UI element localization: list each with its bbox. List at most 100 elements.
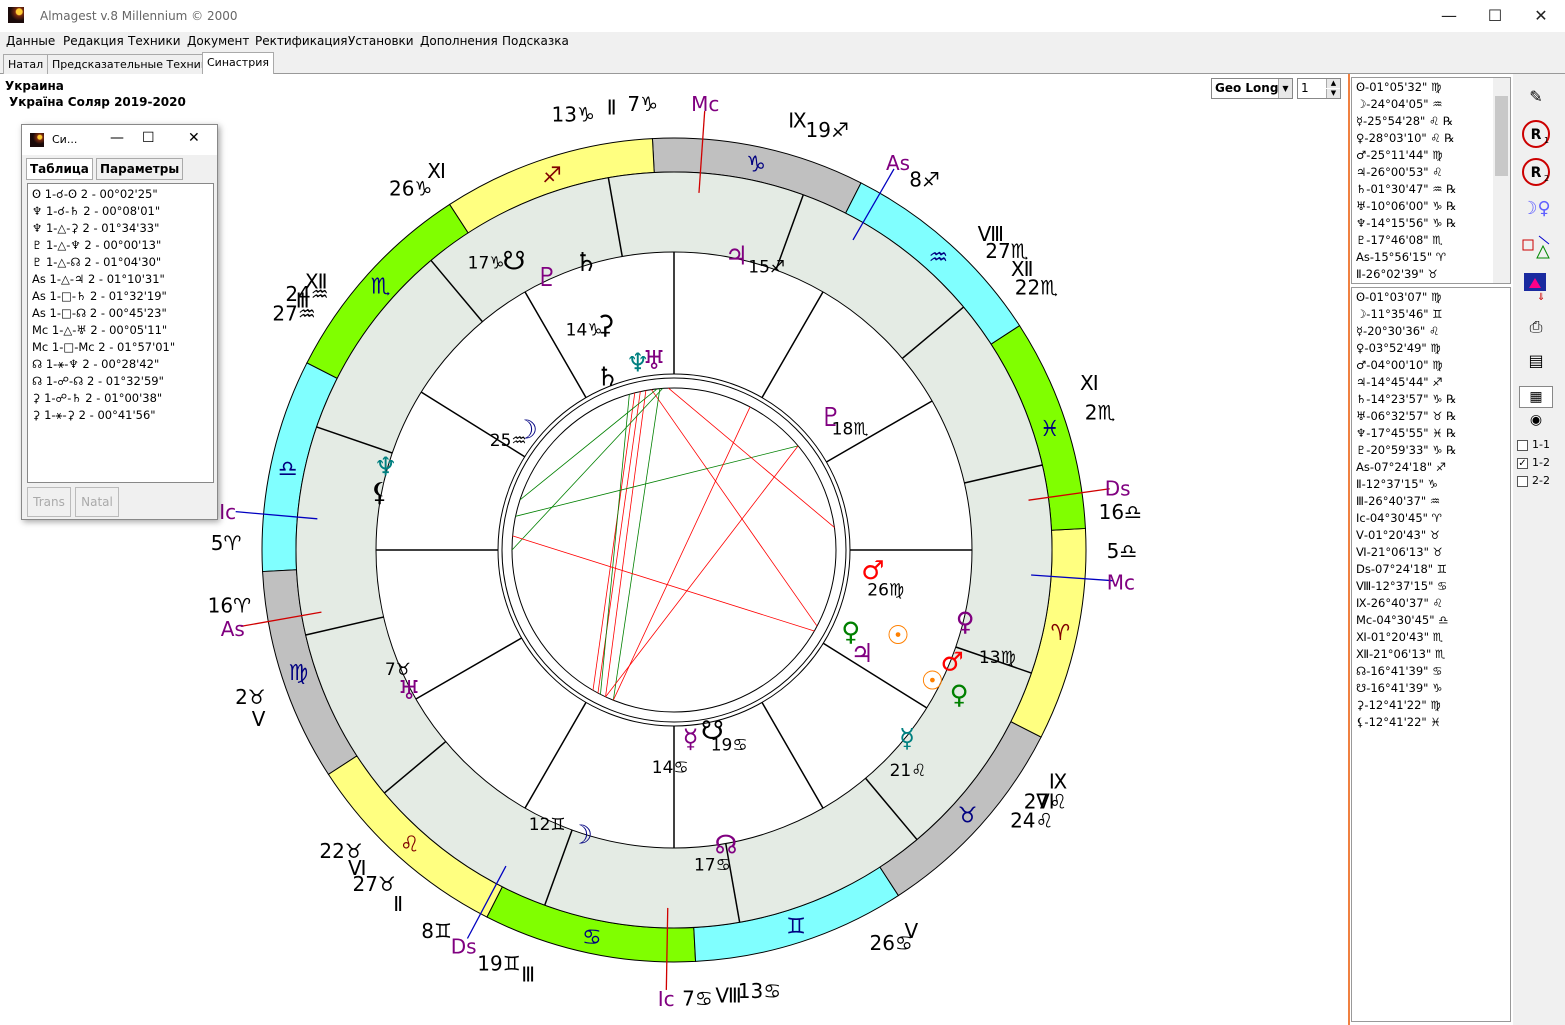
tab-synastry[interactable]: Синастрия	[202, 52, 274, 74]
planet-row[interactable]: Ⅻ-21°06'13" ♏	[1356, 646, 1502, 663]
natal-button[interactable]: Natal	[75, 487, 119, 517]
planet-list-chart1[interactable]: ʘ-01°05'32" ♍ ☽-24°04'05" ♒ ☿-25°54'28" ♌ …	[1351, 77, 1511, 284]
planet-row[interactable]: Ⅴ-01°20'43" ♉	[1356, 527, 1502, 544]
aspect-row[interactable]: As 1-□-♄ 2 - 01°32'19"	[32, 288, 209, 305]
planet-row[interactable]: ♂-25°11'44" ♍	[1356, 147, 1502, 164]
tab-parameters[interactable]: Параметры	[96, 158, 184, 180]
planet-row[interactable]: ♇-17°46'08" ♏	[1356, 232, 1502, 249]
planet-glyph: ♃	[850, 639, 873, 669]
tab-predictive[interactable]: Предсказательные Техники	[47, 54, 220, 74]
spin-down-icon[interactable]: ▼	[1326, 89, 1340, 98]
aspect-row[interactable]: Mc 1-□-Mc 2 - 01°57'01"	[32, 339, 209, 356]
harmonic-spinner[interactable]: 1 ▲ ▼	[1297, 78, 1341, 99]
geo-long-select[interactable]: Geo Long ▼	[1211, 78, 1293, 99]
planet-row[interactable]: ʘ-01°03'07" ♍	[1356, 289, 1502, 306]
radix1-icon[interactable]: R1	[1519, 118, 1553, 148]
planet-row[interactable]: ♄-01°30'47" ♒ ℞	[1356, 181, 1502, 198]
planet-row[interactable]: ☊-16°41'39" ♋	[1356, 663, 1502, 680]
aspect-row[interactable]: Mc 1-△-♅ 2 - 00°05'11"	[32, 322, 209, 339]
menu-help[interactable]: Подсказка	[502, 34, 569, 48]
planet-row[interactable]: ♇-20°59'33" ♑ ℞	[1356, 442, 1502, 459]
tab-table[interactable]: Таблица	[26, 158, 93, 180]
planet-row[interactable]: Ⅱ-26°02'39" ♉	[1356, 266, 1502, 283]
menu-document[interactable]: Документ	[187, 34, 249, 48]
planet-row[interactable]: ♂-04°00'10" ♍	[1356, 357, 1502, 374]
planet-row[interactable]: ☽-24°04'05" ♒	[1356, 96, 1502, 113]
chevron-down-icon[interactable]: ▼	[1278, 79, 1292, 98]
menu-addons[interactable]: Дополнения	[420, 34, 498, 48]
planet-row[interactable]: ♅-10°06'00" ♑ ℞	[1356, 198, 1502, 215]
scrollbar-thumb[interactable]	[1495, 96, 1508, 176]
aspect-row[interactable]: ʘ 1-☌-ʘ 2 - 00°02'25"	[32, 186, 209, 203]
planet-row[interactable]: Ⅸ-26°40'37" ♌	[1356, 595, 1502, 612]
checkbox-1-1[interactable]: 1-1	[1517, 438, 1550, 451]
close-button[interactable]: ✕	[188, 130, 200, 146]
aspect-list[interactable]: ʘ 1-☌-ʘ 2 - 00°02'25" ♆ 1-☌-♄ 2 - 00°08'0…	[27, 183, 214, 483]
planet-row[interactable]: ♆-17°45'55" ♓ ℞	[1356, 425, 1502, 442]
checkbox-2-2[interactable]: 2-2	[1517, 474, 1550, 487]
planet-row[interactable]: ʘ-01°05'32" ♍	[1356, 79, 1502, 96]
planet-row[interactable]: As-07°24'18" ♐	[1356, 459, 1502, 476]
aspect-row[interactable]: As 1-△-♃ 2 - 01°10'31"	[32, 271, 209, 288]
map-icon[interactable]: ⇓	[1519, 270, 1553, 303]
radix2-icon[interactable]: R2	[1519, 156, 1553, 186]
print-icon[interactable]: ⎙	[1519, 312, 1553, 342]
scrollbar[interactable]	[1493, 78, 1510, 283]
aspect-row[interactable]: ♆ 1-☌-♄ 2 - 00°08'01"	[32, 203, 209, 220]
planet-row[interactable]: As-15°56'15" ♈	[1356, 249, 1502, 266]
spin-up-icon[interactable]: ▲	[1326, 79, 1340, 88]
aspect-window-titlebar[interactable]: Си... — ☐ ✕	[22, 125, 217, 155]
planet-row[interactable]: Ⅺ-01°20'43" ♏	[1356, 629, 1502, 646]
planet-row[interactable]: Ⅲ-26°40'37" ♒	[1356, 493, 1502, 510]
planet-row[interactable]: ☽-11°35'46" ♊	[1356, 306, 1502, 323]
trans-button[interactable]: Trans	[27, 487, 71, 517]
planet-row[interactable]: ☿-20°30'36" ♌	[1356, 323, 1502, 340]
planet-row[interactable]: ♄-14°23'57" ♑ ℞	[1356, 391, 1502, 408]
aspect-row[interactable]: ♆ 1-△-⚳ 2 - 01°34'33"	[32, 220, 209, 237]
planet-row[interactable]: ♃-14°45'44" ♐	[1356, 374, 1502, 391]
aspect-row[interactable]: ⚳ 1-⚹-⚳ 2 - 00°41'56"	[32, 407, 209, 424]
menu-settings[interactable]: Установки	[348, 34, 414, 48]
chart-settings-icon[interactable]: ◉	[1519, 410, 1553, 432]
table-icon[interactable]: ▦	[1519, 386, 1553, 408]
aspect-row[interactable]: ☊ 1-☍-☊ 2 - 01°32'59"	[32, 373, 209, 390]
maximize-button[interactable]: ☐	[1472, 0, 1518, 32]
aspect-row[interactable]: ☊ 1-⚹-♆ 2 - 00°28'42"	[32, 356, 209, 373]
minimize-button[interactable]: —	[1426, 0, 1472, 32]
planet-row[interactable]: ☿-25°54'28" ♌ ℞	[1356, 113, 1502, 130]
tab-natal[interactable]: Натал	[3, 54, 49, 74]
planet-row[interactable]: ♃-26°00'53" ♌	[1356, 164, 1502, 181]
aspect-row[interactable]: As 1-□-☊ 2 - 00°45'23"	[32, 305, 209, 322]
pages-icon[interactable]: ▤	[1519, 346, 1553, 376]
aspects-icon[interactable]	[1519, 232, 1553, 262]
planet-row[interactable]: ♀-03°52'49" ♍	[1356, 340, 1502, 357]
aspect-row[interactable]: ♇ 1-△-♆ 2 - 00°00'13"	[32, 237, 209, 254]
planets-icon[interactable]: ☽♀	[1519, 194, 1553, 224]
planet-list-chart2[interactable]: ʘ-01°03'07" ♍ ☽-11°35'46" ♊ ☿-20°30'36" ♌ ♀…	[1351, 287, 1511, 1022]
planet-row[interactable]: ☋-16°41'39" ♑	[1356, 680, 1502, 697]
close-button[interactable]: ✕	[1518, 0, 1564, 32]
menu-rectification[interactable]: Ректификация	[255, 34, 348, 48]
planet-row[interactable]: ♀-28°03'10" ♌ ℞	[1356, 130, 1502, 147]
menu-edit[interactable]: Редакция	[63, 34, 124, 48]
planet-row[interactable]: ⚸-12°41'22" ♓	[1356, 714, 1502, 731]
minimize-button[interactable]: —	[110, 130, 124, 146]
planet-row[interactable]: Mc-04°30'45" ♎	[1356, 612, 1502, 629]
checkbox-1-2[interactable]: ✓ 1-2	[1517, 456, 1550, 469]
planet-row[interactable]: Ⅵ-21°06'13" ♉	[1356, 544, 1502, 561]
planet-row[interactable]: Ic-04°30'45" ♈	[1356, 510, 1502, 527]
menu-data[interactable]: Данные	[6, 34, 55, 48]
maximize-button[interactable]: ☐	[142, 130, 155, 146]
cusp-label: 7♋	[682, 986, 713, 1010]
eraser-icon[interactable]: ✎	[1519, 82, 1553, 112]
planet-row[interactable]: Ⅱ-12°37'15" ♑	[1356, 476, 1502, 493]
menu-techniques[interactable]: Техники	[128, 34, 181, 48]
planet-row[interactable]: ⚳-12°41'22" ♍	[1356, 697, 1502, 714]
planet-row[interactable]: Ⅷ-12°37'15" ♋	[1356, 578, 1502, 595]
svg-text:R: R	[1531, 127, 1542, 143]
planet-row[interactable]: ♆-14°15'56" ♑ ℞	[1356, 215, 1502, 232]
aspect-row[interactable]: ⚳ 1-☍-♄ 2 - 01°00'38"	[32, 390, 209, 407]
planet-row[interactable]: Ds-07°24'18" ♊	[1356, 561, 1502, 578]
aspect-row[interactable]: ♇ 1-△-☊ 2 - 01°04'30"	[32, 254, 209, 271]
planet-row[interactable]: ♅-06°32'57" ♉ ℞	[1356, 408, 1502, 425]
